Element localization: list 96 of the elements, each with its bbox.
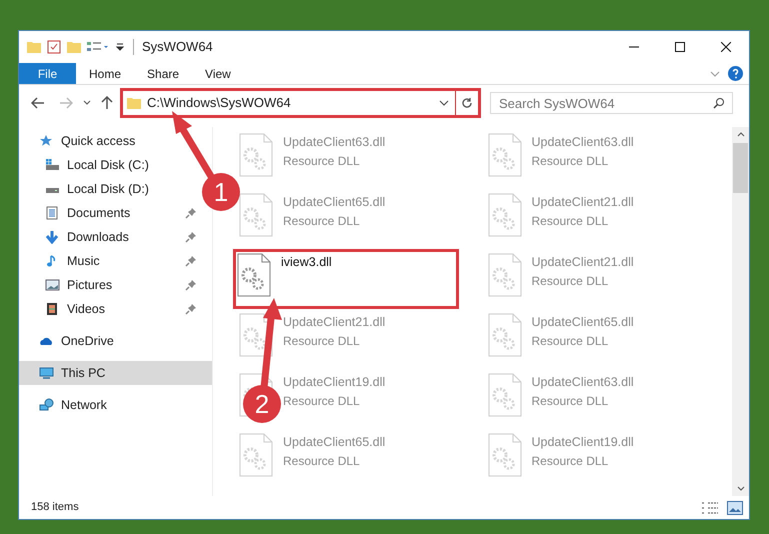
nav-label: Documents xyxy=(67,204,130,222)
nav-label: This PC xyxy=(61,364,106,382)
gear-file-icon xyxy=(239,193,273,237)
file-type: Resource DLL xyxy=(283,392,361,410)
address-path: C:\Windows\SysWOW64 xyxy=(147,94,291,112)
gear-file-icon xyxy=(488,193,522,237)
gear-file-icon xyxy=(488,433,522,477)
nav-item[interactable]: Music xyxy=(19,249,199,273)
dropdown-caret-icon[interactable] xyxy=(439,100,449,106)
nav-item[interactable]: Downloads xyxy=(19,225,199,249)
nav-item[interactable]: Network xyxy=(19,393,199,417)
file-name: UpdateClient65.dll xyxy=(283,194,386,211)
back-arrow-icon[interactable] xyxy=(31,97,45,109)
file-type: Resource DLL xyxy=(283,452,361,470)
file-name: UpdateClient65.dll xyxy=(532,314,634,331)
ribbon-tab[interactable]: View xyxy=(192,63,244,84)
step-number: 2 xyxy=(254,389,270,419)
nav-label: Quick access xyxy=(61,132,136,150)
document-icon xyxy=(45,206,60,220)
nav-item[interactable]: Videos xyxy=(19,297,199,321)
nav-item[interactable]: Documents xyxy=(19,201,199,225)
file-name: UpdateClient21.dll xyxy=(283,314,386,331)
star-icon xyxy=(39,134,54,148)
file-type: Resource DLL xyxy=(283,152,361,170)
file-name: UpdateClient19.dll xyxy=(283,374,386,391)
gear-file-icon xyxy=(237,253,271,297)
scrollbar-thumb[interactable] xyxy=(733,143,748,193)
file-type: Resource DLL xyxy=(532,392,610,410)
file-name: iview3.dll xyxy=(281,254,332,271)
nav-label: Local Disk (C:) xyxy=(67,156,149,174)
file-type: Resource DLL xyxy=(532,452,610,470)
file-name: UpdateClient63.dll xyxy=(283,134,386,151)
nav-label: Pictures xyxy=(67,276,112,294)
folder-icon xyxy=(127,97,141,109)
nav-item[interactable]: Local Disk (C:) xyxy=(19,153,199,177)
file-type: Resource DLL xyxy=(532,272,610,290)
file-name: UpdateClient65.dll xyxy=(283,434,386,451)
search-field[interactable]: Search SysWOW64 xyxy=(490,92,733,114)
annotation-arrow xyxy=(172,111,215,180)
computer-icon xyxy=(39,366,54,380)
gear-file-icon xyxy=(488,133,522,177)
large-icons-view-icon[interactable] xyxy=(727,500,743,514)
file-name: UpdateClient21.dll xyxy=(532,254,634,271)
nav-label: Network xyxy=(61,396,107,414)
nav-item[interactable]: Pictures xyxy=(19,273,199,297)
nav-item[interactable]: OneDrive xyxy=(19,329,199,353)
step-number: 1 xyxy=(214,177,228,207)
ribbon-tab[interactable]: Share xyxy=(134,63,192,84)
nav-label: Videos xyxy=(67,300,105,318)
window-title: SysWOW64 xyxy=(142,38,213,56)
gear-file-icon xyxy=(239,133,273,177)
picture-icon xyxy=(45,278,60,292)
file-name: UpdateClient19.dll xyxy=(532,434,634,451)
file-name: UpdateClient63.dll xyxy=(532,134,634,151)
refresh-icon[interactable] xyxy=(461,97,473,109)
scrollbar[interactable] xyxy=(732,127,749,496)
file-type: Resource DLL xyxy=(532,332,610,350)
file-type: Resource DLL xyxy=(283,212,361,230)
nav-item[interactable]: Local Disk (D:) xyxy=(19,177,199,201)
list-caret-icon[interactable] xyxy=(87,41,109,53)
step-badge xyxy=(243,385,281,423)
film-icon xyxy=(45,302,60,316)
help-icon[interactable] xyxy=(728,66,743,81)
highlighted-file-tile[interactable]: iview3.dll xyxy=(233,249,459,309)
gear-file-icon xyxy=(488,313,522,357)
chevron-down-icon[interactable] xyxy=(710,70,720,76)
gear-file-icon xyxy=(239,313,273,357)
down-arrow-icon xyxy=(45,230,60,244)
nav-label: Local Disk (D:) xyxy=(67,180,149,198)
gear-file-icon xyxy=(239,433,273,477)
search-icon[interactable] xyxy=(713,97,725,109)
file-name: UpdateClient63.dll xyxy=(532,374,634,391)
properties-icon[interactable] xyxy=(47,40,61,54)
file-type: Resource DLL xyxy=(532,212,610,230)
file-type: Resource DLL xyxy=(283,332,361,350)
nav-item[interactable]: Quick access xyxy=(19,129,199,153)
recent-caret-icon[interactable] xyxy=(83,100,91,106)
gear-file-icon xyxy=(488,373,522,417)
nav-label: Music xyxy=(67,252,100,270)
gear-file-icon xyxy=(488,253,522,297)
nav-label: Downloads xyxy=(67,228,129,246)
network-icon xyxy=(39,398,54,412)
nav-label: OneDrive xyxy=(61,332,114,350)
ribbon-tab[interactable]: Home xyxy=(76,63,134,84)
customize-caret-icon[interactable] xyxy=(115,42,125,52)
file-name: UpdateClient21.dll xyxy=(532,194,634,211)
item-count: 158 items xyxy=(31,500,79,516)
close-icon xyxy=(721,42,731,52)
drive-icon xyxy=(45,158,60,172)
file-type: Resource DLL xyxy=(532,152,610,170)
up-arrow-icon[interactable] xyxy=(101,96,113,110)
maximize-icon xyxy=(675,42,685,52)
nav-item[interactable]: This PC xyxy=(19,361,212,385)
details-view-icon[interactable] xyxy=(701,500,719,514)
ribbon-tab[interactable]: File xyxy=(19,63,76,84)
step-badge xyxy=(202,173,240,211)
